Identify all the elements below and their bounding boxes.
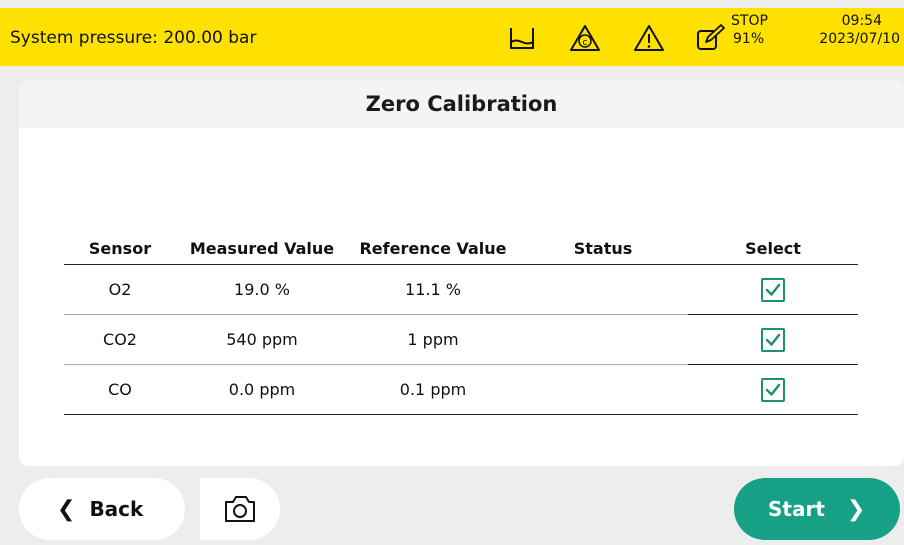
clock-date: 2023/07/10 xyxy=(819,31,900,47)
select-checkbox[interactable] xyxy=(761,277,785,302)
page-title: Zero Calibration xyxy=(365,92,558,116)
start-label: Start xyxy=(768,497,825,521)
check-icon xyxy=(765,283,781,296)
check-icon xyxy=(765,333,781,346)
select-cell xyxy=(688,264,858,315)
header-sensor: Sensor xyxy=(64,232,176,265)
header-measured-value: Measured Value xyxy=(176,232,348,265)
select-cell xyxy=(688,364,858,415)
calibration-c-icon[interactable]: c xyxy=(568,22,602,54)
stop-percent: 91% xyxy=(733,31,765,47)
sensor-name: CO2 xyxy=(64,314,176,365)
start-button[interactable]: Start ❯ xyxy=(734,478,900,540)
calibration-panel: Zero Calibration Sensor Measured Value R… xyxy=(19,80,904,466)
table-row: CO2 540 ppm 1 ppm xyxy=(64,314,858,365)
table-row: CO 0.0 ppm 0.1 ppm xyxy=(64,364,858,415)
back-button[interactable]: ❮ Back xyxy=(19,478,185,540)
system-pressure: System pressure: 200.00 bar xyxy=(10,28,257,48)
check-icon xyxy=(765,383,781,396)
camera-icon xyxy=(225,496,255,522)
container-icon[interactable] xyxy=(505,22,539,54)
select-checkbox[interactable] xyxy=(761,327,785,352)
reference-value[interactable]: 1 ppm xyxy=(348,314,518,365)
calibration-table: Sensor Measured Value Reference Value St… xyxy=(64,232,858,415)
edit-icon[interactable] xyxy=(694,22,728,54)
sensor-name: O2 xyxy=(64,264,176,315)
header-status: Status xyxy=(518,232,688,265)
svg-text:c: c xyxy=(583,38,588,48)
measured-value: 19.0 % xyxy=(176,264,348,315)
select-checkbox[interactable] xyxy=(761,377,785,402)
header-reference-value: Reference Value xyxy=(348,232,518,265)
table-row: O2 19.0 % 11.1 % xyxy=(64,264,858,315)
reference-value[interactable]: 0.1 ppm xyxy=(348,364,518,415)
sensor-name: CO xyxy=(64,364,176,415)
stop-label: STOP xyxy=(731,13,768,29)
measured-value: 0.0 ppm xyxy=(176,364,348,415)
reference-value[interactable]: 11.1 % xyxy=(348,264,518,315)
stop-status: STOP 91% xyxy=(731,12,768,48)
clock: 09:54 2023/07/10 xyxy=(819,12,900,48)
table-header-row: Sensor Measured Value Reference Value St… xyxy=(64,232,858,265)
chevron-left-icon: ❮ xyxy=(57,496,76,522)
screenshot-button[interactable] xyxy=(200,478,280,540)
clock-time: 09:54 xyxy=(841,13,882,29)
header-select: Select xyxy=(688,232,858,265)
status-cell xyxy=(518,314,688,365)
warning-icon[interactable] xyxy=(632,22,666,54)
chevron-right-icon: ❯ xyxy=(846,496,866,522)
status-cell xyxy=(518,364,688,415)
status-bar: System pressure: 200.00 bar c STOP 91% 0… xyxy=(0,8,904,66)
select-cell xyxy=(688,314,858,365)
status-cell xyxy=(518,264,688,315)
back-label: Back xyxy=(89,497,144,521)
measured-value: 540 ppm xyxy=(176,314,348,365)
